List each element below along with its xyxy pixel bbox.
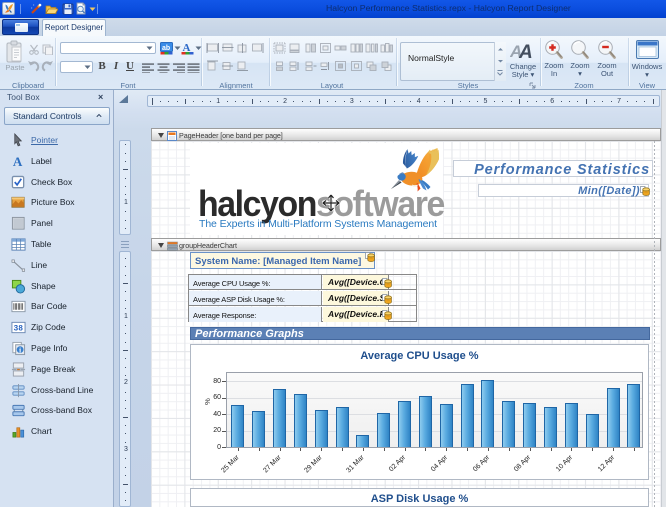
svg-text:i: i [19,346,21,354]
svg-text:A: A [518,42,533,60]
svg-text:ab: ab [162,45,170,52]
svg-text:A: A [13,154,23,169]
svg-text:38: 38 [13,325,23,334]
